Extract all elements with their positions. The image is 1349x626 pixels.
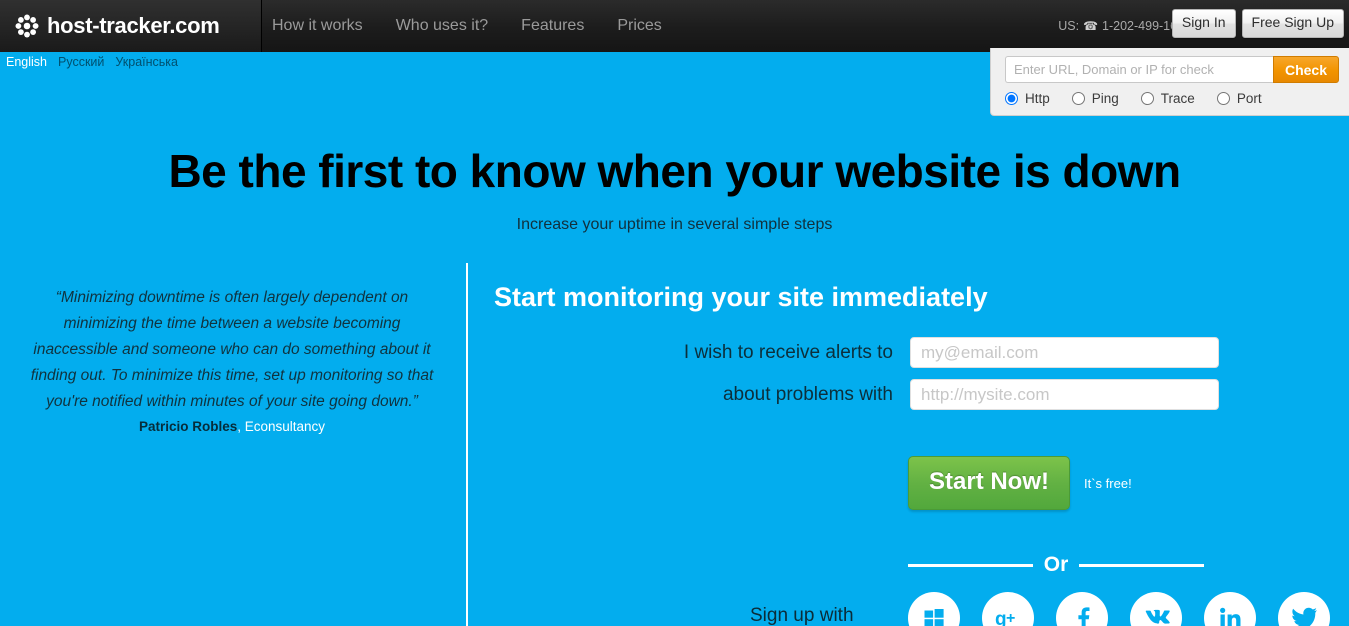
quick-check-widget: Check Http Ping Trace Port (990, 48, 1349, 116)
testimonial-quote: “Minimizing downtime is often largely de… (22, 285, 442, 434)
social-signup-twitter[interactable] (1278, 592, 1330, 626)
google-plus-icon: g + (995, 606, 1021, 626)
check-mode-http-label: Http (1025, 91, 1050, 106)
signup-form: I wish to receive alerts to about proble… (494, 337, 1219, 421)
or-divider: Or (908, 553, 1205, 577)
twitter-icon (1290, 606, 1318, 626)
check-mode-trace-radio[interactable] (1140, 92, 1154, 105)
signup-site-row: about problems with (494, 379, 1219, 410)
language-option-ukrainian[interactable]: Українська (115, 55, 178, 69)
free-sign-up-button[interactable]: Free Sign Up (1241, 9, 1344, 38)
nav-item-how-it-works[interactable]: How it works (272, 17, 363, 35)
check-mode-port-radio[interactable] (1216, 92, 1230, 105)
phone-icon: ☎ (1083, 19, 1099, 33)
quote-attribution: Patricio Robles, Econsultancy (22, 419, 442, 434)
check-mode-ping-label: Ping (1091, 91, 1119, 106)
social-signup-google-plus[interactable]: g + (982, 592, 1034, 626)
facebook-icon (1070, 605, 1094, 626)
sign-in-button[interactable]: Sign In (1171, 9, 1236, 38)
check-mode-port[interactable]: Port (1216, 91, 1262, 106)
quick-check-input-row: Check (1005, 56, 1339, 83)
language-option-english[interactable]: English (6, 55, 47, 69)
brand-logo[interactable]: host-tracker.com (0, 0, 262, 52)
ring-of-dots-logo-icon (14, 13, 40, 39)
signup-email-input[interactable] (910, 337, 1219, 368)
section-divider (466, 263, 468, 626)
hero-title: Be the first to know when your website i… (168, 145, 1181, 197)
signup-form-title: Start monitoring your site immediately (494, 282, 988, 312)
or-divider-line-right (1079, 563, 1205, 567)
signup-email-row: I wish to receive alerts to (494, 337, 1219, 368)
free-note-label: It`s free! (1084, 475, 1132, 491)
language-selector: English Русский Українська (6, 55, 178, 69)
language-option-russian[interactable]: Русский (58, 55, 104, 69)
signup-site-input[interactable] (910, 379, 1219, 410)
check-mode-http[interactable]: Http (1005, 91, 1050, 106)
quote-company: Econsultancy (244, 419, 326, 434)
signup-site-label: about problems with (722, 383, 893, 405)
or-divider-line-left (908, 563, 1033, 567)
social-signup-microsoft[interactable] (908, 592, 960, 626)
landing-page: host-tracker.com How it works Who uses i… (0, 0, 1349, 626)
quick-check-input[interactable] (1005, 56, 1273, 83)
svg-text:+: + (1006, 610, 1015, 626)
check-mode-port-label: Port (1236, 91, 1262, 106)
linkedin-icon (1218, 606, 1242, 626)
nav-item-features[interactable]: Features (521, 17, 584, 35)
social-signup-vk[interactable] (1130, 592, 1182, 626)
hero-subtitle: Increase your uptime in several simple s… (516, 216, 833, 233)
quote-author-name: Patricio Robles (138, 419, 238, 434)
quote-text: “Minimizing downtime is often largely de… (30, 289, 434, 410)
signup-email-label: I wish to receive alerts to (683, 341, 893, 363)
top-navigation-bar: host-tracker.com How it works Who uses i… (0, 0, 1349, 52)
phone-country-label: US: (1058, 19, 1080, 33)
check-mode-ping[interactable]: Ping (1071, 91, 1119, 106)
quote-separator: , (237, 419, 241, 434)
social-signup-buttons: g + (908, 592, 1330, 626)
check-button[interactable]: Check (1272, 56, 1339, 83)
check-mode-trace[interactable]: Trace (1140, 91, 1195, 106)
auth-button-group: Sign In Free Sign Up (1171, 9, 1344, 38)
social-signup-label: Sign up with (750, 605, 854, 626)
vk-icon (1142, 608, 1170, 626)
social-signup-facebook[interactable] (1056, 592, 1108, 626)
social-signup-linkedin[interactable] (1204, 592, 1256, 626)
quick-check-mode-options: Http Ping Trace Port (1005, 91, 1339, 106)
check-mode-trace-label: Trace (1160, 91, 1195, 106)
check-mode-http-radio[interactable] (1005, 92, 1018, 105)
main-nav-links: How it works Who uses it? Features Price… (272, 0, 662, 52)
brand-name: host-tracker.com (47, 13, 220, 38)
or-divider-label: Or (1043, 553, 1069, 576)
check-mode-ping-radio[interactable] (1071, 92, 1085, 105)
nav-item-who-uses-it[interactable]: Who uses it? (396, 17, 488, 35)
windows-icon (922, 606, 946, 626)
nav-item-prices[interactable]: Prices (617, 17, 661, 35)
start-now-button[interactable]: Start Now! (908, 456, 1070, 510)
svg-text:g: g (995, 609, 1007, 626)
signup-cta-row: Start Now! It`s free! (908, 456, 1132, 510)
